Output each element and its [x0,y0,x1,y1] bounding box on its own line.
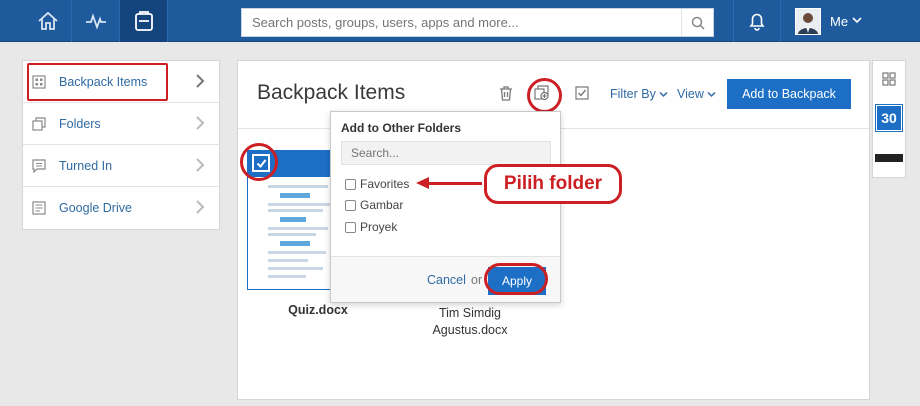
folder-option-proyek[interactable]: Proyek [345,220,397,234]
notifications-button[interactable] [733,0,781,42]
bell-icon [749,13,765,31]
highlight-circle [484,263,548,295]
user-menu-label[interactable]: Me [830,14,848,29]
select-all-button[interactable] [574,85,590,101]
folder-option-label: Proyek [360,220,398,234]
right-app-rail: 30 [872,60,906,178]
annotation-callout: Pilih folder [484,164,622,204]
sidebar-item-label: Google Drive [59,201,132,215]
checkbox[interactable] [345,199,356,211]
calendar-app-button[interactable]: 30 [873,103,905,133]
chevron-right-icon [196,158,205,172]
doc-icon [31,200,47,216]
chevron-down-icon[interactable] [852,16,862,24]
backpack-icon [134,11,153,31]
view-label: View [677,87,704,101]
global-search [241,8,714,37]
highlight-circle [527,78,562,113]
annotation-arrow [428,182,482,185]
view-menu[interactable]: View [677,87,716,101]
annotation-arrowhead [416,177,429,189]
file-name[interactable]: Agustus.docx [422,323,518,337]
checkbox[interactable] [345,178,356,190]
folder-option-favorites[interactable]: Favorites [345,177,409,191]
backpack-button[interactable] [120,0,168,42]
app-logo-button[interactable] [873,151,905,165]
page-title: Backpack Items [257,81,406,104]
chevron-right-icon [196,116,205,130]
home-icon [37,11,58,30]
file-name[interactable]: Quiz.docx [270,303,366,317]
checkbox-icon [575,86,589,100]
chat-icon [31,158,47,174]
folder-search-input[interactable] [341,141,551,165]
sidebar-item-label: Turned In [59,158,113,173]
calendar-icon: 30 [876,105,902,131]
search-icon [691,16,705,30]
user-photo-icon [796,9,820,34]
chevron-right-icon [196,200,205,214]
folder-option-gambar[interactable]: Gambar [345,198,403,212]
sidebar-item-folders[interactable]: Folders [23,103,219,145]
chevron-down-icon [659,91,668,98]
trash-icon [500,85,512,101]
sidebar-highlight-box [27,63,168,101]
sidebar-item-google-drive[interactable]: Google Drive [23,187,219,229]
activity-icon [85,13,106,30]
or-label: or [471,273,483,287]
activity-button[interactable] [72,0,120,42]
filter-by-label: Filter By [610,87,656,101]
home-button[interactable] [24,0,72,42]
dropdown-title: Add to Other Folders [341,121,461,135]
search-button[interactable] [681,9,713,36]
cancel-button[interactable]: Cancel [427,273,466,287]
top-navigation-bar: Me [0,0,920,42]
apps-grid-button[interactable] [873,69,905,89]
sidebar-item-label: Folders [59,116,101,131]
checkbox[interactable] [345,221,356,233]
chevron-right-icon [196,74,205,88]
chevron-down-icon [707,91,716,98]
folder-option-label: Favorites [360,177,410,191]
add-to-backpack-button[interactable]: Add to Backpack [727,79,851,109]
sidebar-item-turned-in[interactable]: Turned In [23,145,219,187]
folders-icon [31,116,47,132]
calendar-number: 30 [881,110,897,126]
search-input[interactable] [242,9,682,36]
app-logo-icon [875,154,903,162]
highlight-circle [240,143,278,181]
delete-button[interactable] [498,85,514,101]
apps-grid-icon [882,72,896,86]
file-name[interactable]: Tim Simdig [422,306,518,320]
avatar[interactable] [795,8,821,35]
filter-by-menu[interactable]: Filter By [610,87,668,101]
folder-option-label: Gambar [360,198,404,212]
